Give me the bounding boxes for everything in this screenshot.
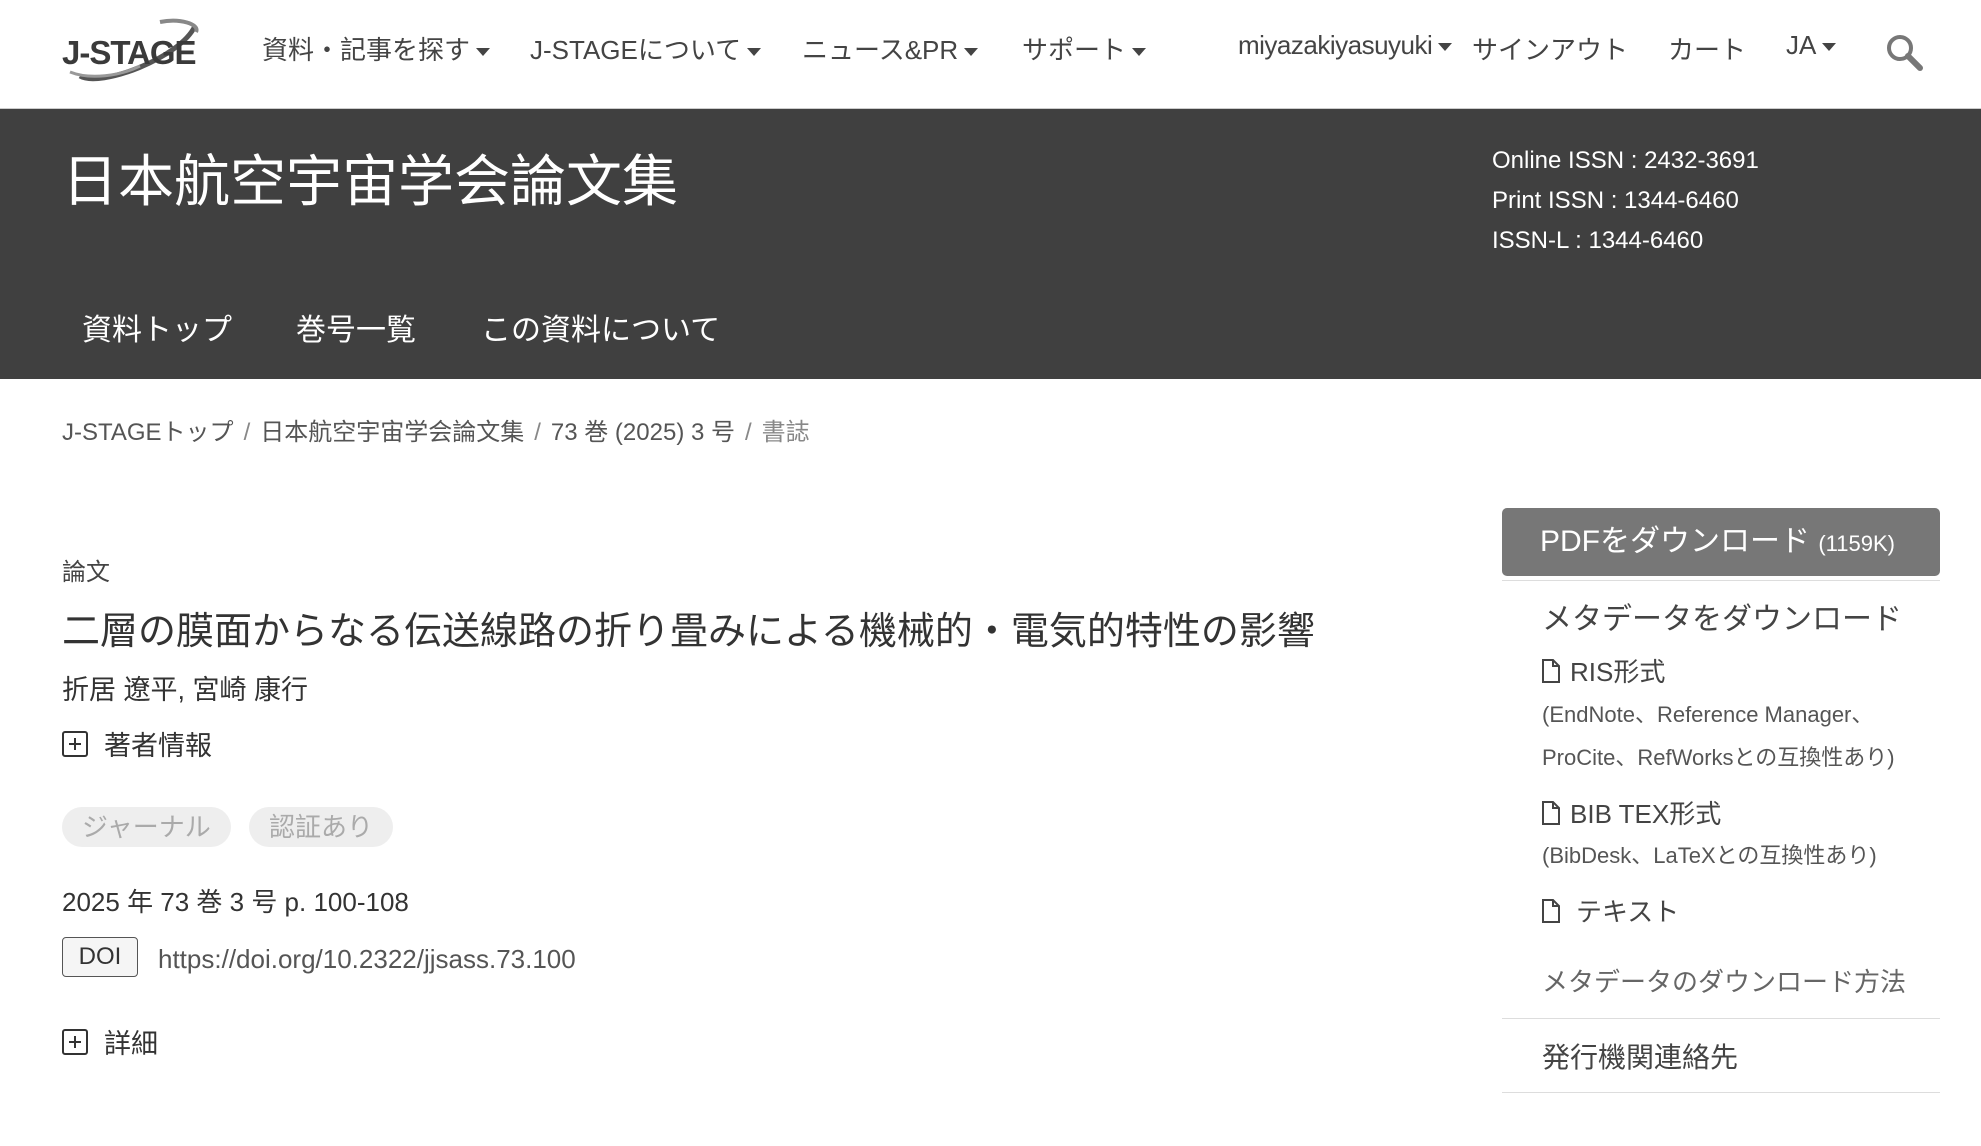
- tag-journal: ジャーナル: [62, 807, 231, 847]
- ris-compat-note-1: (EndNote、Reference Manager、: [1542, 702, 1874, 727]
- caret-down-icon: [1822, 43, 1837, 52]
- nav-language-label: JA: [1786, 30, 1817, 60]
- journal-header: 日本航空宇宙学会論文集 Online ISSN : 2432-3691 Prin…: [0, 109, 1981, 379]
- caret-down-icon: [1132, 48, 1147, 57]
- online-issn: Online ISSN : 2432-3691: [1492, 147, 1759, 174]
- breadcrumb-journal[interactable]: 日本航空宇宙学会論文集: [260, 419, 524, 446]
- sidebar-divider: [1502, 1092, 1940, 1093]
- text-format-link[interactable]: テキスト: [1542, 892, 1679, 929]
- breadcrumb-issue[interactable]: 73 巻 (2025) 3 号: [551, 419, 735, 446]
- journal-nav-issues[interactable]: 巻号一覧: [296, 305, 416, 349]
- breadcrumb-separator: /: [745, 419, 752, 446]
- article-title: 二層の膜面からなる伝送線路の折り畳みによる機械的・電気的特性の影響: [62, 611, 1315, 653]
- nav-search-articles-label: 資料・記事を探す: [262, 35, 471, 65]
- author-info-label: 著者情報: [104, 731, 212, 761]
- file-icon: [1542, 658, 1560, 683]
- nav-cart-label: カート: [1668, 35, 1747, 65]
- publisher-contact-link[interactable]: 発行機関連絡先: [1542, 1036, 1738, 1076]
- pdf-download-label: PDFをダウンロード: [1540, 525, 1810, 558]
- journal-title[interactable]: 日本航空宇宙学会論文集: [62, 137, 678, 218]
- bibtex-format-link[interactable]: BIB TEX形式: [1542, 794, 1721, 831]
- breadcrumb-separator: /: [243, 419, 251, 446]
- nav-user-label: miyazakiyasuyuki: [1238, 30, 1433, 60]
- details-label: 詳細: [104, 1029, 158, 1059]
- caret-down-icon: [964, 48, 979, 57]
- breadcrumb: J-STAGEトップ / 日本航空宇宙学会論文集 / 73 巻 (2025) 3 号 / 書…: [62, 412, 810, 447]
- journal-nav-about[interactable]: この資料について: [481, 305, 720, 349]
- article-category: 論文: [62, 559, 110, 586]
- text-format-label: テキスト: [1576, 897, 1680, 927]
- plus-box-icon: [62, 730, 88, 757]
- nav-news[interactable]: ニュース&PR: [802, 30, 979, 67]
- ris-format-label: RIS形式: [1570, 657, 1666, 687]
- print-issn: Print ISSN : 1344-6460: [1492, 187, 1739, 214]
- plus-box-icon: [62, 1028, 88, 1055]
- nav-search-articles[interactable]: 資料・記事を探す: [262, 30, 491, 67]
- nav-about[interactable]: J-STAGEについて: [530, 30, 762, 67]
- sidebar-divider: [1502, 1018, 1940, 1019]
- details-toggle[interactable]: 詳細: [62, 1022, 158, 1061]
- nav-language[interactable]: JA: [1786, 30, 1837, 61]
- nav-support-label: サポート: [1022, 35, 1127, 65]
- pdf-download-button[interactable]: PDFをダウンロード (1159K): [1502, 508, 1940, 576]
- breadcrumb-separator: /: [534, 419, 541, 446]
- metadata-download-heading: メタデータをダウンロード: [1542, 603, 1902, 636]
- caret-down-icon: [1438, 43, 1453, 52]
- ris-format-link[interactable]: RIS形式: [1542, 652, 1665, 689]
- top-navbar: J-STAGE 資料・記事を探す J-STAGEについて ニュース&PR サポー…: [0, 0, 1981, 109]
- nav-about-label: J-STAGEについて: [530, 35, 742, 65]
- nav-cart[interactable]: カート: [1668, 30, 1746, 67]
- nav-news-label: ニュース&PR: [802, 35, 959, 65]
- nav-signout[interactable]: サインアウト: [1472, 30, 1628, 67]
- bibtex-format-label: BIB TEX形式: [1570, 799, 1722, 829]
- pdf-size: (1159K): [1818, 531, 1895, 556]
- metadata-howto-link[interactable]: メタデータのダウンロード方法: [1542, 962, 1906, 999]
- breadcrumb-current: 書誌: [761, 419, 810, 446]
- issn-l: ISSN-L : 1344-6460: [1492, 227, 1704, 254]
- nav-signout-label: サインアウト: [1472, 35, 1629, 65]
- caret-down-icon: [476, 48, 491, 57]
- sidebar-divider: [1502, 580, 1940, 581]
- file-icon: [1542, 898, 1560, 923]
- nav-user-menu[interactable]: miyazakiyasuyuki: [1238, 30, 1453, 61]
- journal-nav-top[interactable]: 資料トップ: [82, 305, 232, 349]
- volume-info: 2025 年 73 巻 3 号 p. 100-108: [62, 887, 409, 917]
- search-icon[interactable]: [1884, 32, 1924, 72]
- logo-text: J-STAGE: [62, 34, 197, 71]
- caret-down-icon: [747, 48, 762, 57]
- file-icon: [1542, 800, 1560, 825]
- doi-link[interactable]: https://doi.org/10.2322/jjsass.73.100: [158, 944, 576, 975]
- article-authors: 折居 遼平, 宮崎 康行: [62, 675, 309, 705]
- author-info-toggle[interactable]: 著者情報: [62, 724, 212, 763]
- ris-compat-note-2: ProCite、RefWorksとの互換性あり): [1542, 745, 1895, 770]
- bibtex-compat-note: (BibDesk、LaTeXとの互換性あり): [1542, 843, 1877, 868]
- doi-badge: DOI: [62, 937, 138, 977]
- tag-peer-reviewed: 認証あり: [249, 807, 394, 847]
- breadcrumb-jstage-top[interactable]: J-STAGEトップ: [62, 419, 234, 446]
- jstage-logo[interactable]: J-STAGE: [60, 18, 204, 82]
- nav-support[interactable]: サポート: [1022, 30, 1147, 67]
